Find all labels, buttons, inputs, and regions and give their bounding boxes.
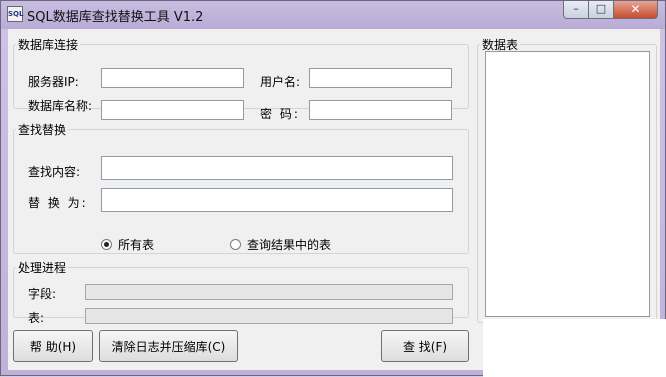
minimize-button[interactable]: – bbox=[563, 1, 589, 19]
db-name-label: 数据库名称: bbox=[28, 99, 93, 113]
app-icon[interactable]: SQL bbox=[7, 6, 23, 22]
username-label: 用户名: bbox=[260, 75, 301, 89]
db-connection-group: 数据库连接 服务器IP: 用户名: 数据库名称: 密 码: bbox=[13, 36, 469, 121]
process-progress-legend: 处理进程 bbox=[18, 261, 67, 275]
minimize-icon: – bbox=[573, 2, 579, 15]
clear-log-button[interactable]: 清除日志并压缩库(C) bbox=[99, 330, 238, 362]
radio-all-tables-label: 所有表 bbox=[118, 238, 155, 252]
maximize-button[interactable]: □ bbox=[588, 1, 614, 19]
replace-with-input[interactable] bbox=[101, 188, 453, 212]
help-button-label: 帮 助(H) bbox=[29, 339, 77, 354]
title-bar[interactable]: SQL SQL数据库查找替换工具 V1.2 – □ ✕ bbox=[1, 1, 665, 29]
username-input[interactable] bbox=[309, 68, 452, 88]
maximize-icon: □ bbox=[595, 2, 607, 15]
radio-result-tables-indicator[interactable] bbox=[230, 239, 241, 250]
radio-result-tables-label: 查询结果中的表 bbox=[247, 238, 332, 252]
radio-all-tables-indicator[interactable] bbox=[101, 239, 112, 250]
radio-result-tables[interactable]: 查询结果中的表 bbox=[230, 236, 331, 253]
white-overlay bbox=[483, 319, 666, 377]
find-button[interactable]: 查 找(F) bbox=[381, 330, 469, 362]
close-button[interactable]: ✕ bbox=[613, 1, 658, 19]
table-progress-bar bbox=[85, 308, 453, 324]
field-progress-bar bbox=[85, 284, 453, 300]
find-replace-group: 查找替换 查找内容: 替 换 为: 所有表 查询结果中的表 bbox=[13, 121, 469, 254]
password-label: 密 码: bbox=[260, 107, 300, 121]
server-ip-label: 服务器IP: bbox=[28, 75, 79, 89]
table-progress-label: 表: bbox=[28, 311, 45, 325]
find-content-input[interactable] bbox=[101, 156, 453, 180]
db-name-input[interactable] bbox=[101, 100, 244, 120]
close-icon: ✕ bbox=[630, 2, 641, 16]
server-ip-input[interactable] bbox=[101, 68, 244, 88]
tables-listbox[interactable] bbox=[485, 51, 650, 317]
field-progress-label: 字段: bbox=[28, 287, 57, 301]
app-window: SQL SQL数据库查找替换工具 V1.2 – □ ✕ 数据库连接 服务器IP:… bbox=[0, 0, 666, 377]
find-content-label: 查找内容: bbox=[28, 165, 81, 179]
process-progress-group: 处理进程 字段: 表: bbox=[13, 259, 469, 325]
window-title: SQL数据库查找替换工具 V1.2 bbox=[27, 10, 204, 25]
help-button[interactable]: 帮 助(H) bbox=[13, 330, 93, 362]
radio-all-tables[interactable]: 所有表 bbox=[101, 236, 154, 253]
find-replace-legend: 查找替换 bbox=[18, 123, 67, 137]
db-connection-legend: 数据库连接 bbox=[18, 38, 79, 52]
replace-with-label: 替 换 为: bbox=[28, 196, 88, 210]
find-button-label: 查 找(F) bbox=[402, 339, 448, 354]
clear-log-button-label: 清除日志并压缩库(C) bbox=[111, 339, 226, 354]
password-input[interactable] bbox=[309, 100, 452, 120]
